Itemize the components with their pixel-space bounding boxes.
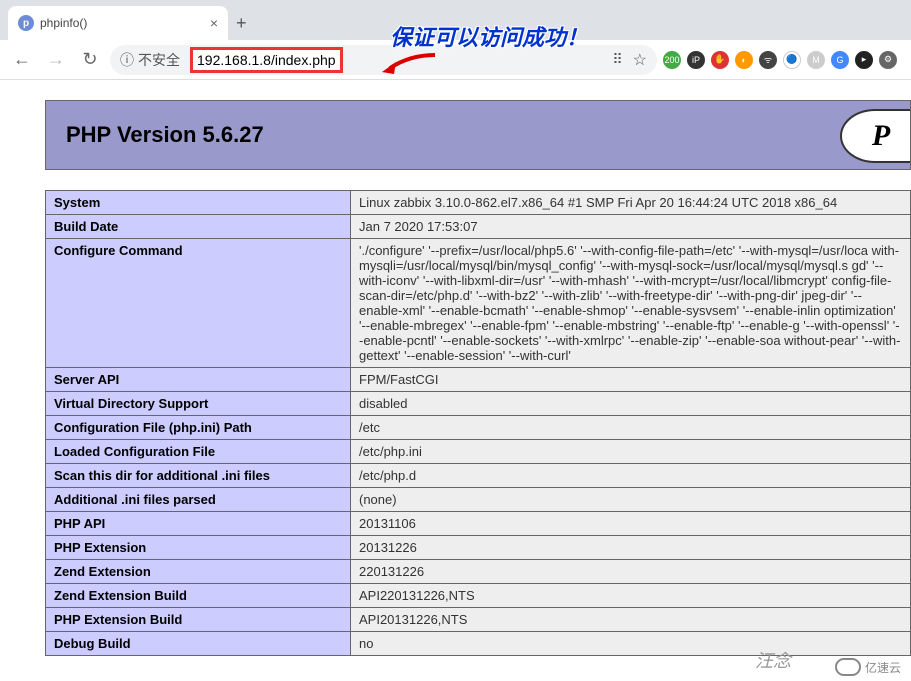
- url-highlight-box: 192.168.1.8/index.php: [190, 47, 343, 73]
- extension-icon[interactable]: ▸: [855, 51, 873, 69]
- row-value: 20131106: [351, 512, 911, 536]
- translate-icon[interactable]: ⠿: [612, 51, 622, 68]
- table-row: Zend Extension BuildAPI220131226,NTS: [46, 584, 911, 608]
- row-value: /etc: [351, 416, 911, 440]
- page-title: PHP Version 5.6.27: [66, 122, 264, 148]
- extension-icon[interactable]: G: [831, 51, 849, 69]
- table-row: PHP Extension BuildAPI20131226,NTS: [46, 608, 911, 632]
- bookmark-icon[interactable]: ☆: [633, 50, 647, 70]
- page-content: PHP Version 5.6.27 P SystemLinux zabbix …: [0, 80, 911, 656]
- url-text: 192.168.1.8/index.php: [197, 52, 336, 68]
- row-key: PHP Extension Build: [46, 608, 351, 632]
- cloud-icon: [835, 658, 861, 676]
- extension-icon[interactable]: iP: [687, 51, 705, 69]
- watermark-text: 汪念: [755, 647, 791, 673]
- row-key: Scan this dir for additional .ini files: [46, 464, 351, 488]
- table-row: Loaded Configuration File/etc/php.ini: [46, 440, 911, 464]
- extension-icon[interactable]: M: [807, 51, 825, 69]
- row-value: Linux zabbix 3.10.0-862.el7.x86_64 #1 SM…: [351, 191, 911, 215]
- row-key: Server API: [46, 368, 351, 392]
- site-info-button[interactable]: ⓘ 不安全: [120, 50, 180, 70]
- forward-button[interactable]: →: [42, 46, 70, 74]
- table-row: PHP API20131106: [46, 512, 911, 536]
- row-value: API220131226,NTS: [351, 584, 911, 608]
- row-key: Debug Build: [46, 632, 351, 656]
- table-row: Configuration File (php.ini) Path/etc: [46, 416, 911, 440]
- row-key: Zend Extension Build: [46, 584, 351, 608]
- extension-icon[interactable]: ⚙: [879, 51, 897, 69]
- row-value: disabled: [351, 392, 911, 416]
- info-icon: ⓘ: [120, 50, 134, 70]
- table-row: Additional .ini files parsed(none): [46, 488, 911, 512]
- table-row: Zend Extension220131226: [46, 560, 911, 584]
- phpinfo-header: PHP Version 5.6.27 P: [45, 100, 911, 170]
- corner-logo: 亿速云: [835, 658, 901, 676]
- reload-button[interactable]: ↻: [76, 46, 104, 74]
- row-value: Jan 7 2020 17:53:07: [351, 215, 911, 239]
- row-key: Configuration File (php.ini) Path: [46, 416, 351, 440]
- row-key: Zend Extension: [46, 560, 351, 584]
- extension-badge[interactable]: 200: [663, 51, 681, 69]
- row-key: Additional .ini files parsed: [46, 488, 351, 512]
- table-row: SystemLinux zabbix 3.10.0-862.el7.x86_64…: [46, 191, 911, 215]
- annotation-text: 保证可以访问成功！: [390, 20, 588, 52]
- table-row: Virtual Directory Supportdisabled: [46, 392, 911, 416]
- row-key: System: [46, 191, 351, 215]
- row-key: Loaded Configuration File: [46, 440, 351, 464]
- back-button[interactable]: ←: [8, 46, 36, 74]
- annotation-arrow-icon: [380, 50, 440, 85]
- table-row: Scan this dir for additional .ini files/…: [46, 464, 911, 488]
- tab-title: phpinfo(): [40, 16, 204, 30]
- insecure-label: 不安全: [138, 50, 180, 70]
- row-value: /etc/php.ini: [351, 440, 911, 464]
- row-value: './configure' '--prefix=/usr/local/php5.…: [351, 239, 911, 368]
- extension-icon[interactable]: ◐: [735, 51, 753, 69]
- row-value: FPM/FastCGI: [351, 368, 911, 392]
- row-value: /etc/php.d: [351, 464, 911, 488]
- row-key: PHP API: [46, 512, 351, 536]
- extensions-area: 200 iP ✋ ◐ ᯤ 🔵 M G ▸ ⚙: [663, 51, 903, 69]
- table-row: PHP Extension20131226: [46, 536, 911, 560]
- row-value: API20131226,NTS: [351, 608, 911, 632]
- extension-icon[interactable]: 🔵: [783, 51, 801, 69]
- close-icon[interactable]: ×: [210, 15, 218, 31]
- new-tab-button[interactable]: +: [236, 13, 247, 40]
- corner-logo-text: 亿速云: [865, 659, 901, 676]
- table-row: Server APIFPM/FastCGI: [46, 368, 911, 392]
- row-key: Virtual Directory Support: [46, 392, 351, 416]
- row-value: 220131226: [351, 560, 911, 584]
- row-value: 20131226: [351, 536, 911, 560]
- browser-tab[interactable]: p phpinfo() ×: [8, 6, 228, 40]
- row-key: Configure Command: [46, 239, 351, 368]
- row-key: PHP Extension: [46, 536, 351, 560]
- tab-favicon: p: [18, 15, 34, 31]
- extension-icon[interactable]: ᯤ: [759, 51, 777, 69]
- phpinfo-table: SystemLinux zabbix 3.10.0-862.el7.x86_64…: [45, 190, 911, 656]
- row-value: (none): [351, 488, 911, 512]
- row-value: no: [351, 632, 911, 656]
- php-logo: P: [840, 109, 910, 163]
- adblock-icon[interactable]: ✋: [711, 51, 729, 69]
- table-row: Build DateJan 7 2020 17:53:07: [46, 215, 911, 239]
- row-key: Build Date: [46, 215, 351, 239]
- table-row: Configure Command'./configure' '--prefix…: [46, 239, 911, 368]
